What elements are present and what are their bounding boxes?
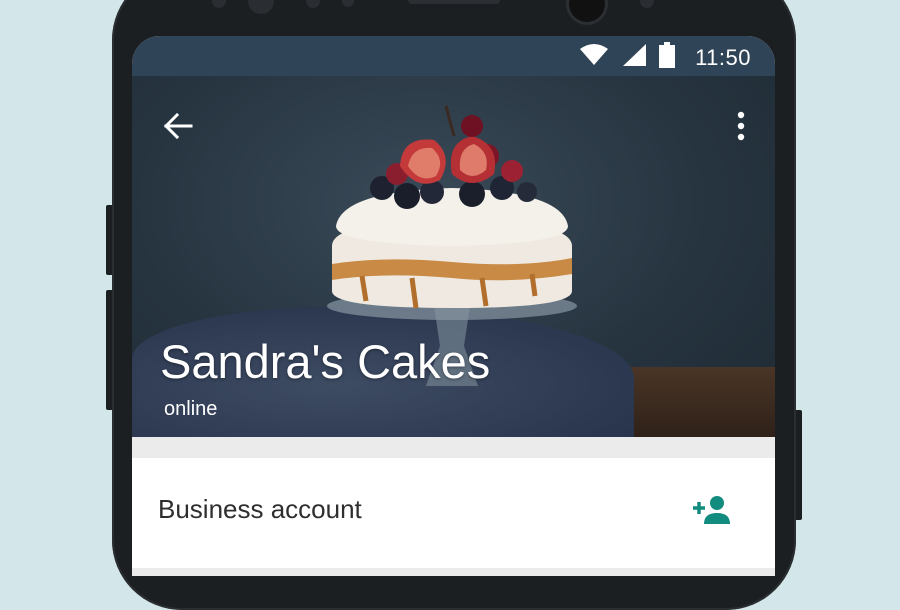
signal-icon bbox=[621, 43, 647, 72]
battery-icon bbox=[659, 42, 676, 73]
profile-header: Sandra's Cakes online bbox=[132, 76, 775, 437]
phone-sensor bbox=[212, 0, 226, 8]
business-account-row[interactable]: Business account bbox=[132, 458, 775, 568]
more-vertical-icon[interactable] bbox=[737, 110, 745, 147]
status-icons: 11:50 bbox=[579, 42, 751, 73]
phone-sensor bbox=[306, 0, 320, 8]
contact-status: online bbox=[164, 398, 218, 420]
arrow-left-icon[interactable] bbox=[162, 110, 194, 147]
phone-sensor bbox=[342, 0, 354, 7]
business-account-label: Business account bbox=[158, 494, 362, 524]
status-time: 11:50 bbox=[695, 44, 751, 70]
add-contact-icon[interactable] bbox=[691, 494, 731, 531]
contact-name: Sandra's Cakes bbox=[160, 335, 491, 388]
status-bar: 11:50 bbox=[132, 36, 775, 76]
phone-sensor bbox=[248, 0, 274, 14]
phone-earpiece bbox=[408, 0, 500, 4]
front-camera bbox=[569, 0, 605, 22]
phone-screen: 11:50 Sandra's Cakes online Business acc… bbox=[132, 36, 775, 576]
wifi-icon bbox=[579, 43, 609, 72]
phone-sensor bbox=[640, 0, 654, 8]
